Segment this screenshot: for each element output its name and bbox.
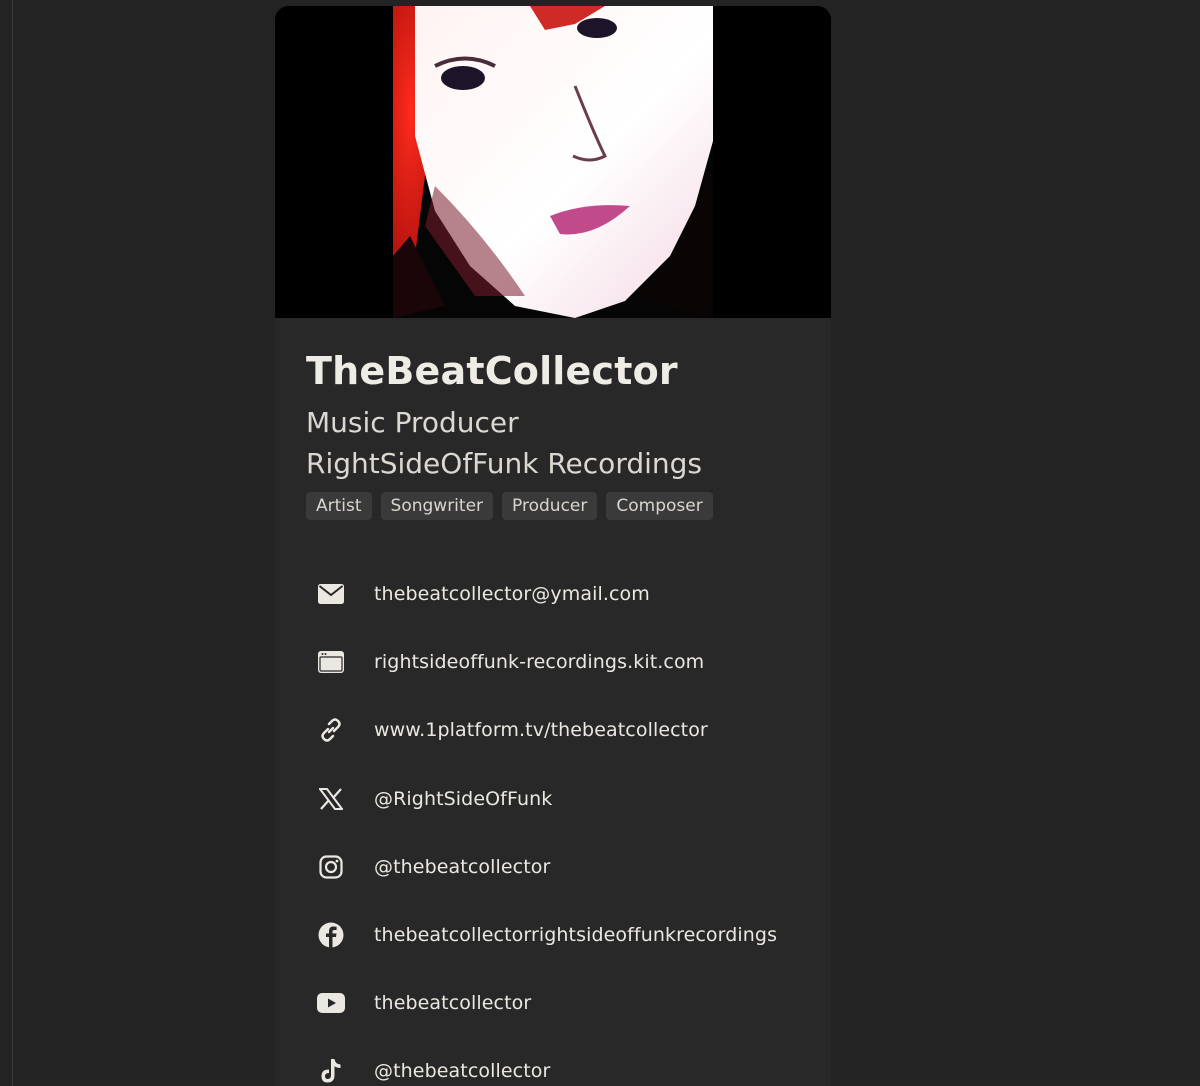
link-youtube[interactable]: thebeatcollector: [306, 969, 801, 1037]
mail-icon: [317, 580, 345, 608]
portrait-photo: [275, 6, 831, 318]
facebook-handle: thebeatcollectorrightsideoffunkrecording…: [374, 924, 778, 947]
tag-list: Artist Songwriter Producer Composer: [306, 492, 801, 520]
link-facebook[interactable]: thebeatcollectorrightsideoffunkrecording…: [306, 901, 801, 969]
profile-role: Music Producer: [306, 406, 519, 439]
instagram-handle: @thebeatcollector: [374, 855, 551, 878]
tiktok-icon: [317, 1057, 345, 1085]
website-icon: [317, 648, 345, 676]
x-handle: @RightSideOfFunk: [374, 787, 553, 810]
link-icon: [317, 716, 345, 744]
instagram-icon: [317, 853, 345, 881]
tiktok-handle: @thebeatcollector: [374, 1060, 551, 1083]
x-icon: [317, 785, 345, 813]
profile-info: TheBeatCollector Music Producer RightSid…: [275, 318, 831, 1086]
youtube-icon: [317, 989, 345, 1017]
website-text: rightsideoffunk-recordings.kit.com: [374, 651, 705, 674]
sidebar-divider: [12, 0, 13, 1086]
link-instagram[interactable]: @thebeatcollector: [306, 833, 801, 901]
tag-songwriter: Songwriter: [380, 492, 494, 520]
profile-label: RightSideOfFunk Recordings: [306, 447, 702, 480]
youtube-handle: thebeatcollector: [374, 992, 532, 1015]
platform-text: www.1platform.tv/thebeatcollector: [374, 719, 708, 742]
tag-composer: Composer: [606, 492, 713, 520]
cover-photo: [275, 6, 831, 318]
email-text: thebeatcollector@ymail.com: [374, 583, 650, 606]
facebook-icon: [317, 921, 345, 949]
link-email[interactable]: thebeatcollector@ymail.com: [306, 560, 801, 628]
contact-links: thebeatcollector@ymail.com rightsideoffu…: [306, 560, 801, 1086]
link-website[interactable]: rightsideoffunk-recordings.kit.com: [306, 628, 801, 696]
tag-producer: Producer: [502, 492, 598, 520]
profile-card: TheBeatCollector Music Producer RightSid…: [275, 6, 831, 1086]
profile-name: TheBeatCollector: [306, 349, 678, 393]
link-platform[interactable]: www.1platform.tv/thebeatcollector: [306, 696, 801, 764]
header-remnant: [60, 0, 200, 4]
link-tiktok[interactable]: @thebeatcollector: [306, 1037, 801, 1086]
link-x[interactable]: @RightSideOfFunk: [306, 765, 801, 833]
tag-artist: Artist: [306, 492, 372, 520]
page: TheBeatCollector Music Producer RightSid…: [0, 0, 1200, 1086]
